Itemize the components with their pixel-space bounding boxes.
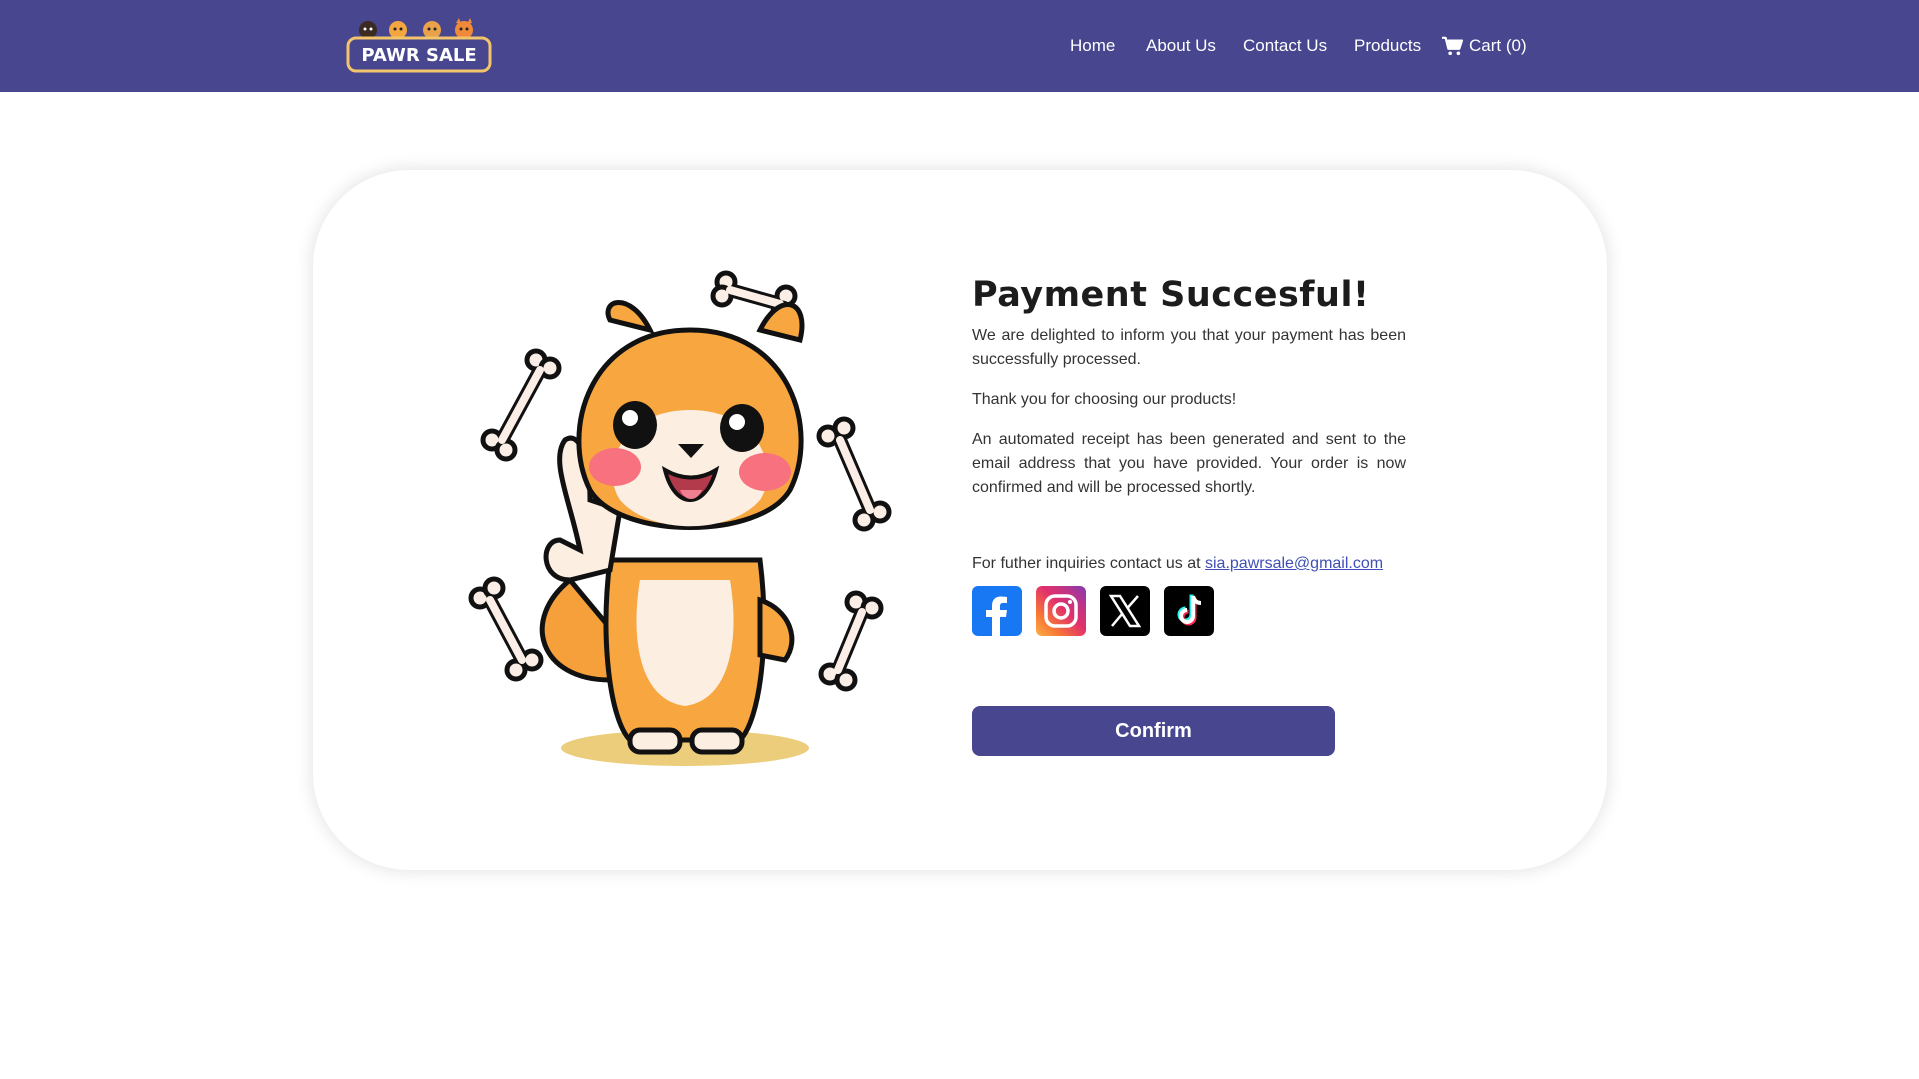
nav-about-us-label: About Us bbox=[1146, 36, 1216, 55]
inquiry-line: For futher inquiries contact us at sia.p… bbox=[972, 552, 1383, 576]
nav-contact-us-label: Contact Us bbox=[1243, 36, 1328, 55]
pawr-sale-logo[interactable]: PAWR SALE bbox=[346, 18, 492, 74]
nav-contact-us[interactable]: Contact Us bbox=[1243, 34, 1327, 58]
cart-icon bbox=[1442, 36, 1463, 56]
receipt-message: An automated receipt has been generated … bbox=[972, 431, 1406, 496]
email-link[interactable]: sia.pawrsale@gmail.com bbox=[1205, 555, 1383, 572]
nav-cart-label: Cart (0) bbox=[1469, 36, 1527, 55]
x-icon bbox=[1108, 594, 1142, 628]
instagram-icon bbox=[1044, 594, 1078, 628]
nav-home[interactable]: Home bbox=[1070, 34, 1115, 58]
tiktok-button[interactable] bbox=[1164, 586, 1214, 636]
inquiry-text: For futher inquiries contact us at bbox=[972, 555, 1205, 572]
shiba-thumbs-up-illustration bbox=[468, 270, 892, 766]
bone-icon bbox=[480, 348, 562, 462]
nav-home-label: Home bbox=[1070, 36, 1116, 55]
nav-products-label: Products bbox=[1354, 36, 1422, 55]
bone-icon bbox=[818, 590, 884, 692]
confirm-button[interactable]: Confirm bbox=[972, 706, 1335, 756]
facebook-icon bbox=[986, 596, 1007, 636]
bone-icon bbox=[816, 416, 892, 532]
facebook-button[interactable] bbox=[972, 586, 1022, 636]
instagram-button[interactable] bbox=[1036, 586, 1086, 636]
tiktok-icon bbox=[1177, 594, 1202, 626]
bone-icon bbox=[468, 576, 544, 682]
svg-text:PAWR SALE: PAWR SALE bbox=[361, 45, 476, 66]
nav-cart[interactable]: Cart (0) bbox=[1441, 34, 1527, 58]
nav-products[interactable]: Products bbox=[1354, 34, 1421, 58]
page-title: Payment Succesful! bbox=[972, 275, 1370, 315]
success-message: We are delighted to inform you that your… bbox=[972, 327, 1406, 368]
thank-you-message: Thank you for choosing our products! bbox=[972, 391, 1237, 408]
nav-about-us[interactable]: About Us bbox=[1146, 34, 1216, 58]
navbar: PAWR SALE Home About Us Contact Us Produ… bbox=[0, 0, 1919, 92]
x-button[interactable] bbox=[1100, 586, 1150, 636]
payment-content: Payment Succesful! We are delighted to i… bbox=[972, 270, 1406, 516]
